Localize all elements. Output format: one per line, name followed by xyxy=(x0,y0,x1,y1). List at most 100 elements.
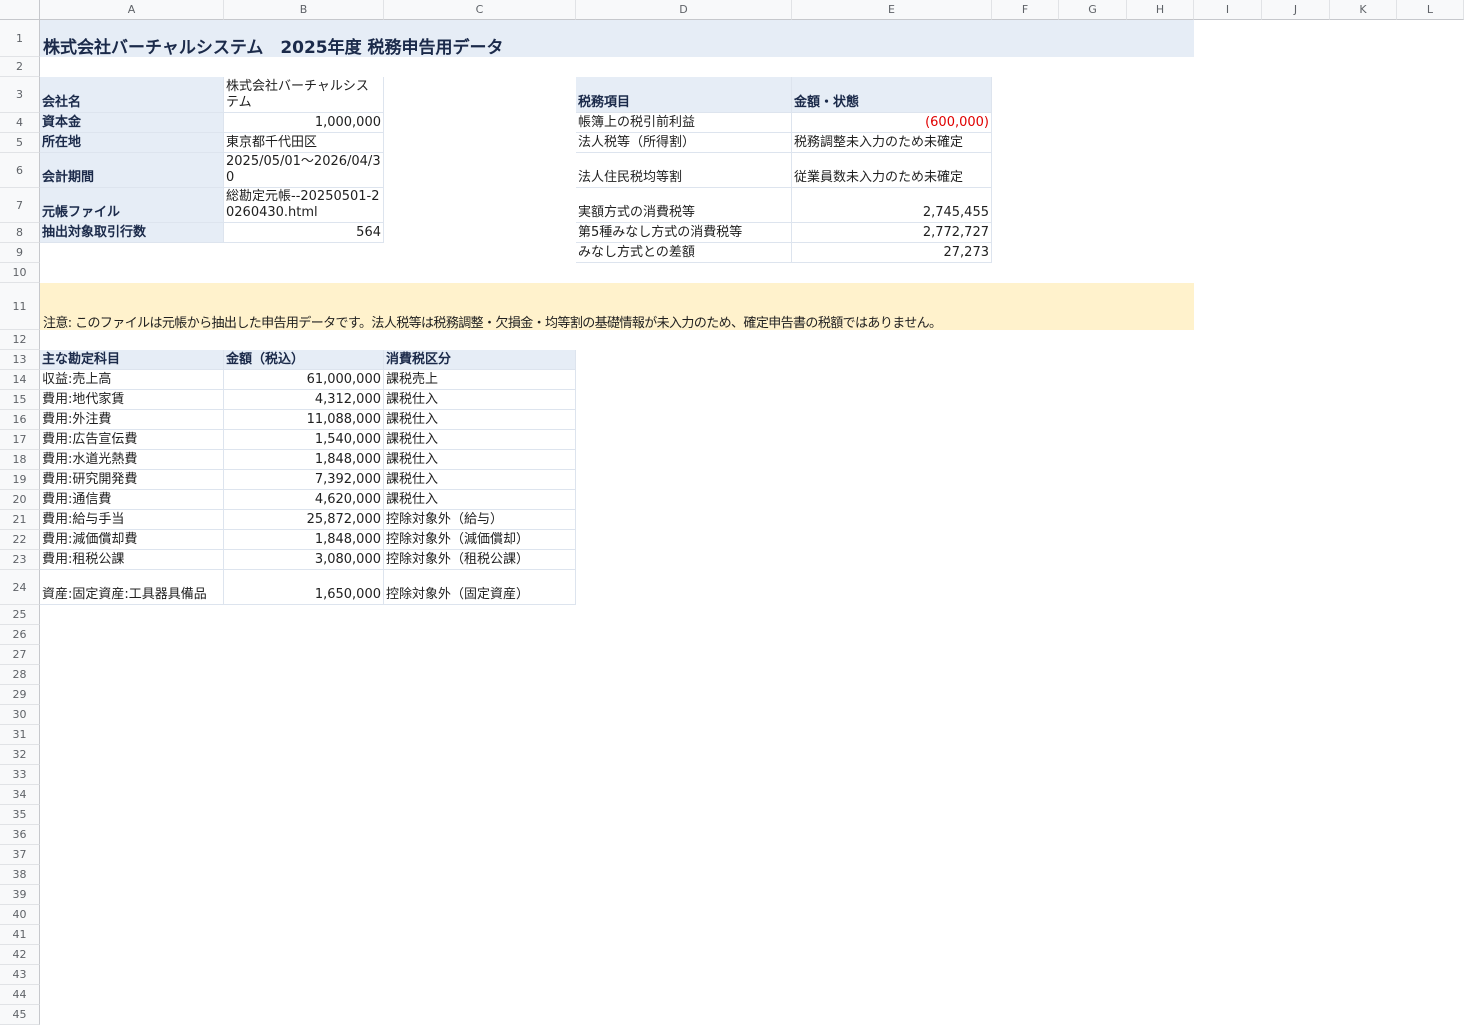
row-header-17[interactable]: 17 xyxy=(0,430,40,450)
tax-item-cell[interactable]: 法人住民税均等割 xyxy=(576,153,792,188)
row-header-34[interactable]: 34 xyxy=(0,785,40,805)
row-header-35[interactable]: 35 xyxy=(0,805,40,825)
company-value-cell[interactable]: 株式会社バーチャルシステム xyxy=(224,77,384,113)
account-tax-cell[interactable]: 課税仕入 xyxy=(384,390,576,410)
row-header-25[interactable]: 25 xyxy=(0,605,40,625)
column-header-G[interactable]: G xyxy=(1059,0,1127,20)
row-header-43[interactable]: 43 xyxy=(0,965,40,985)
tax-value-cell[interactable]: 27,273 xyxy=(792,243,992,263)
spreadsheet-grid[interactable]: ABCDEFGHIJKL 1 2 3 4 5 6 7 8 9 10 11 12 13 14 15 16 17 18… xyxy=(0,0,1464,1025)
column-header-D[interactable]: D xyxy=(576,0,792,20)
note-text[interactable]: 注意: このファイルは元帳から抽出した申告用データです。法人税等は税務調整・欠損… xyxy=(43,312,942,331)
tax-header-value[interactable]: 金額・状態 xyxy=(792,77,992,113)
row-header-27[interactable]: 27 xyxy=(0,645,40,665)
row-header-14[interactable]: 14 xyxy=(0,370,40,390)
row-header-22[interactable]: 22 xyxy=(0,530,40,550)
account-amount-cell[interactable]: 61,000,000 xyxy=(224,370,384,390)
row-header-29[interactable]: 29 xyxy=(0,685,40,705)
account-tax-cell[interactable]: 控除対象外（減価償却） xyxy=(384,530,576,550)
row-header-4[interactable]: 4 xyxy=(0,113,40,133)
account-tax-cell[interactable]: 課税仕入 xyxy=(384,450,576,470)
row-header-39[interactable]: 39 xyxy=(0,885,40,905)
row-header-8[interactable]: 8 xyxy=(0,223,40,243)
row-header-23[interactable]: 23 xyxy=(0,550,40,570)
company-value-cell[interactable]: 564 xyxy=(224,223,384,243)
row-header-12[interactable]: 12 xyxy=(0,330,40,350)
account-name-cell[interactable]: 費用:外注費 xyxy=(40,410,224,430)
tax-value-cell[interactable]: 2,745,455 xyxy=(792,188,992,223)
account-name-cell[interactable]: 資産:固定資産:工具器具備品 xyxy=(40,570,224,605)
row-header-10[interactable]: 10 xyxy=(0,263,40,283)
row-header-16[interactable]: 16 xyxy=(0,410,40,430)
account-tax-cell[interactable]: 課税仕入 xyxy=(384,410,576,430)
account-amount-cell[interactable]: 1,848,000 xyxy=(224,450,384,470)
row-header-15[interactable]: 15 xyxy=(0,390,40,410)
row-header-31[interactable]: 31 xyxy=(0,725,40,745)
row-header-20[interactable]: 20 xyxy=(0,490,40,510)
row-header-40[interactable]: 40 xyxy=(0,905,40,925)
company-value-cell[interactable]: 総勘定元帳--20250501-20260430.html xyxy=(224,188,384,223)
company-label-cell[interactable]: 元帳ファイル xyxy=(40,188,224,223)
account-amount-cell[interactable]: 4,312,000 xyxy=(224,390,384,410)
account-tax-cell[interactable]: 控除対象外（固定資産） xyxy=(384,570,576,605)
account-name-cell[interactable]: 費用:減価償却費 xyxy=(40,530,224,550)
tax-value-cell[interactable]: (600,000) xyxy=(792,113,992,133)
row-header-5[interactable]: 5 xyxy=(0,133,40,153)
row-header-45[interactable]: 45 xyxy=(0,1005,40,1025)
account-amount-cell[interactable]: 25,872,000 xyxy=(224,510,384,530)
account-amount-cell[interactable]: 3,080,000 xyxy=(224,550,384,570)
row-header-38[interactable]: 38 xyxy=(0,865,40,885)
column-header-B[interactable]: B xyxy=(224,0,384,20)
column-header-F[interactable]: F xyxy=(992,0,1059,20)
tax-value-cell[interactable]: 税務調整未入力のため未確定 xyxy=(792,133,992,153)
tax-item-cell[interactable]: 帳簿上の税引前利益 xyxy=(576,113,792,133)
row-header-2[interactable]: 2 xyxy=(0,57,40,77)
accounts-header-cell[interactable]: 金額（税込） xyxy=(224,350,384,370)
accounts-header-cell[interactable]: 消費税区分 xyxy=(384,350,576,370)
row-header-21[interactable]: 21 xyxy=(0,510,40,530)
row-header-3[interactable]: 3 xyxy=(0,77,40,113)
tax-item-cell[interactable]: 第5種みなし方式の消費税等 xyxy=(576,223,792,243)
company-value-cell[interactable]: 1,000,000 xyxy=(224,113,384,133)
row-header-9[interactable]: 9 xyxy=(0,243,40,263)
row-header-1[interactable]: 1 xyxy=(0,20,40,57)
row-header-37[interactable]: 37 xyxy=(0,845,40,865)
account-amount-cell[interactable]: 4,620,000 xyxy=(224,490,384,510)
tax-value-cell[interactable]: 2,772,727 xyxy=(792,223,992,243)
select-all-corner[interactable] xyxy=(0,0,40,20)
account-tax-cell[interactable]: 控除対象外（租税公課） xyxy=(384,550,576,570)
row-header-32[interactable]: 32 xyxy=(0,745,40,765)
company-label-cell[interactable]: 会社名 xyxy=(40,77,224,113)
accounts-header-cell[interactable]: 主な勘定科目 xyxy=(40,350,224,370)
column-header-I[interactable]: I xyxy=(1194,0,1262,20)
account-tax-cell[interactable]: 控除対象外（給与） xyxy=(384,510,576,530)
row-header-44[interactable]: 44 xyxy=(0,985,40,1005)
column-header-J[interactable]: J xyxy=(1262,0,1330,20)
column-header-K[interactable]: K xyxy=(1330,0,1397,20)
company-value-cell[interactable]: 2025/05/01〜2026/04/30 xyxy=(224,153,384,188)
company-label-cell[interactable]: 抽出対象取引行数 xyxy=(40,223,224,243)
account-name-cell[interactable]: 収益:売上高 xyxy=(40,370,224,390)
tax-item-cell[interactable]: みなし方式との差額 xyxy=(576,243,792,263)
column-header-E[interactable]: E xyxy=(792,0,992,20)
tax-item-cell[interactable]: 実額方式の消費税等 xyxy=(576,188,792,223)
account-tax-cell[interactable]: 課税仕入 xyxy=(384,470,576,490)
account-name-cell[interactable]: 費用:給与手当 xyxy=(40,510,224,530)
account-name-cell[interactable]: 費用:通信費 xyxy=(40,490,224,510)
tax-header-item[interactable]: 税務項目 xyxy=(576,77,792,113)
account-amount-cell[interactable]: 1,848,000 xyxy=(224,530,384,550)
row-header-26[interactable]: 26 xyxy=(0,625,40,645)
column-header-L[interactable]: L xyxy=(1397,0,1464,20)
row-header-33[interactable]: 33 xyxy=(0,765,40,785)
company-label-cell[interactable]: 資本金 xyxy=(40,113,224,133)
company-value-cell[interactable]: 東京都千代田区 xyxy=(224,133,384,153)
sheet-title[interactable]: 株式会社バーチャルシステム 2025年度 税務申告用データ xyxy=(43,33,504,58)
account-tax-cell[interactable]: 課税売上 xyxy=(384,370,576,390)
row-header-28[interactable]: 28 xyxy=(0,665,40,685)
company-label-cell[interactable]: 会計期間 xyxy=(40,153,224,188)
account-name-cell[interactable]: 費用:広告宣伝費 xyxy=(40,430,224,450)
tax-item-cell[interactable]: 法人税等（所得割） xyxy=(576,133,792,153)
tax-value-cell[interactable]: 従業員数未入力のため未確定 xyxy=(792,153,992,188)
row-header-36[interactable]: 36 xyxy=(0,825,40,845)
row-header-19[interactable]: 19 xyxy=(0,470,40,490)
